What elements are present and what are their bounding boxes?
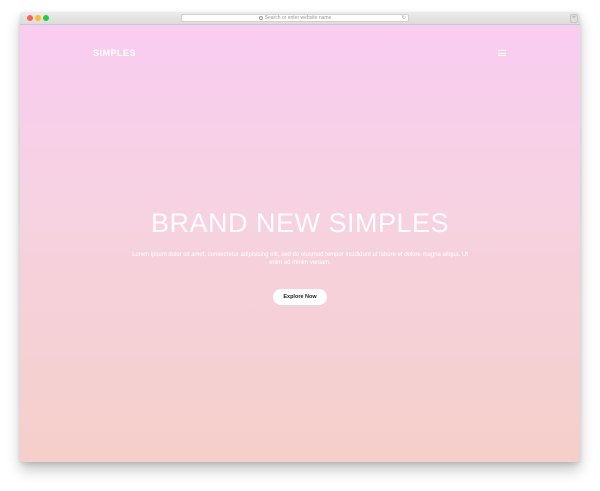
hero-title: BRAND NEW SIMPLES	[150, 208, 450, 238]
maximize-window-button[interactable]	[43, 15, 49, 21]
close-window-button[interactable]	[27, 15, 33, 21]
hamburger-icon[interactable]	[498, 50, 506, 56]
plus-icon: +	[572, 15, 576, 21]
minimize-window-button[interactable]	[35, 15, 41, 21]
browser-window: Search or enter website name ↻ + SIMPLES…	[20, 12, 580, 462]
browser-titlebar: Search or enter website name ↻ +	[20, 12, 580, 25]
explore-now-button[interactable]: Explore Now	[273, 289, 327, 305]
page-content: SIMPLES BRAND NEW SIMPLES Lorem ipsum do…	[20, 25, 580, 462]
address-bar[interactable]: Search or enter website name ↻	[181, 14, 409, 22]
new-tab-button[interactable]: +	[570, 14, 578, 23]
search-icon	[258, 16, 263, 20]
hero-text: Lorem ipsum dolor sit amet, consectetur …	[132, 252, 468, 266]
site-logo[interactable]: SIMPLES	[93, 48, 136, 58]
reload-icon[interactable]: ↻	[402, 16, 406, 21]
address-bar-placeholder: Search or enter website name	[264, 15, 332, 21]
